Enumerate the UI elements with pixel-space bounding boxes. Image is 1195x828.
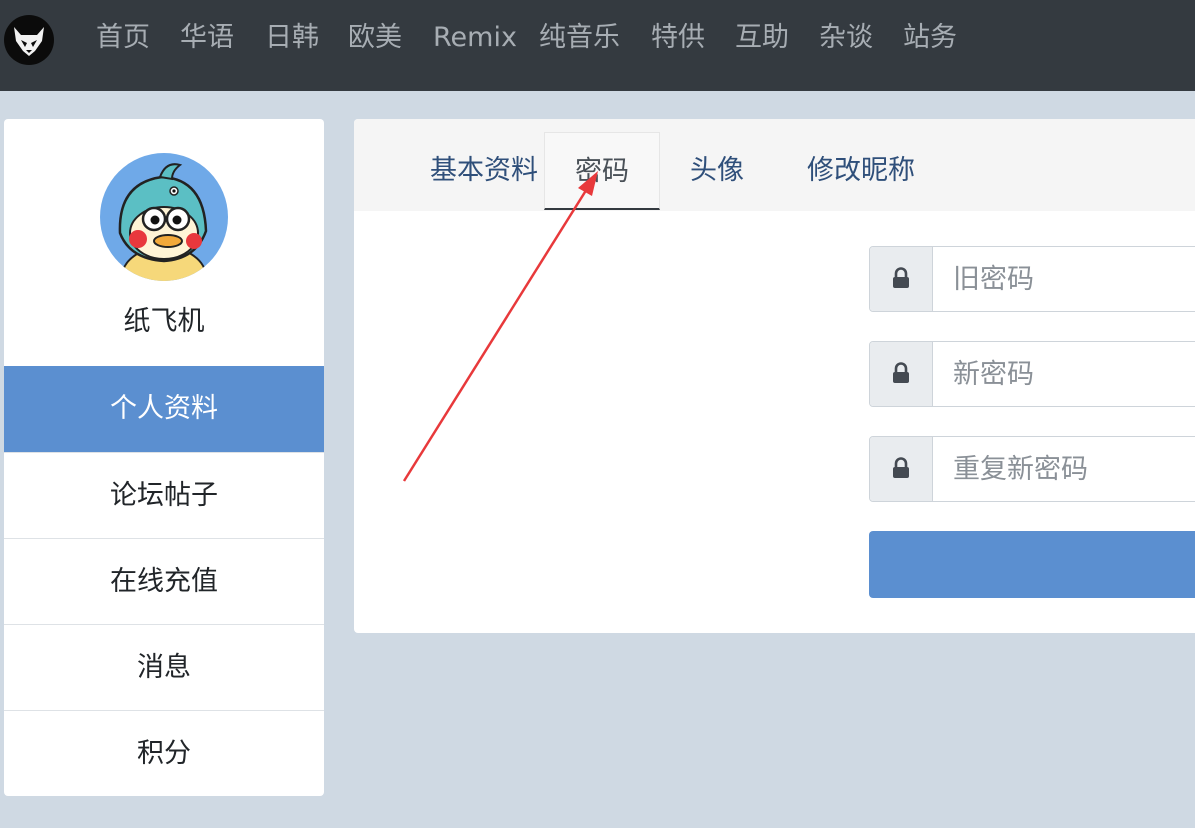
- settings-panel: 基本资料 密码 头像 修改昵称: [354, 119, 1195, 633]
- settings-tabs: 基本资料 密码 头像 修改昵称: [354, 119, 1195, 211]
- nav-item-chinese[interactable]: 华语: [180, 18, 234, 58]
- tab-change-nickname[interactable]: 修改昵称: [786, 132, 936, 210]
- old-password-field: [869, 246, 1195, 312]
- sidebar-item-recharge[interactable]: 在线充值: [4, 538, 324, 624]
- lock-icon: [893, 457, 909, 478]
- sidebar-item-profile[interactable]: 个人资料: [4, 366, 324, 452]
- site-logo-icon[interactable]: [4, 15, 54, 65]
- lock-icon: [893, 362, 909, 383]
- lock-addon: [870, 342, 933, 406]
- repeat-password-input[interactable]: [933, 437, 1195, 501]
- old-password-input[interactable]: [933, 247, 1195, 311]
- nav-item-western[interactable]: 欧美: [348, 18, 402, 58]
- tab-password[interactable]: 密码: [544, 132, 660, 210]
- nav-item-home[interactable]: 首页: [96, 18, 150, 58]
- nav-item-remix[interactable]: Remix: [433, 18, 517, 58]
- username: 纸飞机: [123, 306, 205, 337]
- user-sidebar: 纸飞机 个人资料 论坛帖子 在线充值 消息 积分: [4, 119, 324, 796]
- tab-avatar[interactable]: 头像: [672, 132, 762, 210]
- avatar[interactable]: [100, 153, 228, 281]
- nav-item-chat[interactable]: 杂谈: [819, 18, 873, 58]
- lock-addon: [870, 437, 933, 501]
- lock-addon: [870, 247, 933, 311]
- new-password-input[interactable]: [933, 342, 1195, 406]
- nav-item-special[interactable]: 特供: [651, 18, 705, 58]
- nav-item-instrumental[interactable]: 纯音乐: [539, 18, 620, 58]
- repeat-password-field: [869, 436, 1195, 502]
- sidebar-item-forum-posts[interactable]: 论坛帖子: [4, 452, 324, 538]
- nav-item-help[interactable]: 互助: [735, 18, 789, 58]
- sidebar-item-points[interactable]: 积分: [4, 710, 324, 796]
- lock-icon: [893, 267, 909, 288]
- submit-password-button[interactable]: [869, 531, 1195, 598]
- top-nav-bar: 首页 华语 日韩 欧美 Remix 纯音乐 特供 互助 杂谈 站务: [0, 0, 1195, 91]
- nav-item-site-affairs[interactable]: 站务: [903, 18, 957, 58]
- nav-item-jpkr[interactable]: 日韩: [265, 18, 319, 58]
- new-password-field: [869, 341, 1195, 407]
- sidebar-item-messages[interactable]: 消息: [4, 624, 324, 710]
